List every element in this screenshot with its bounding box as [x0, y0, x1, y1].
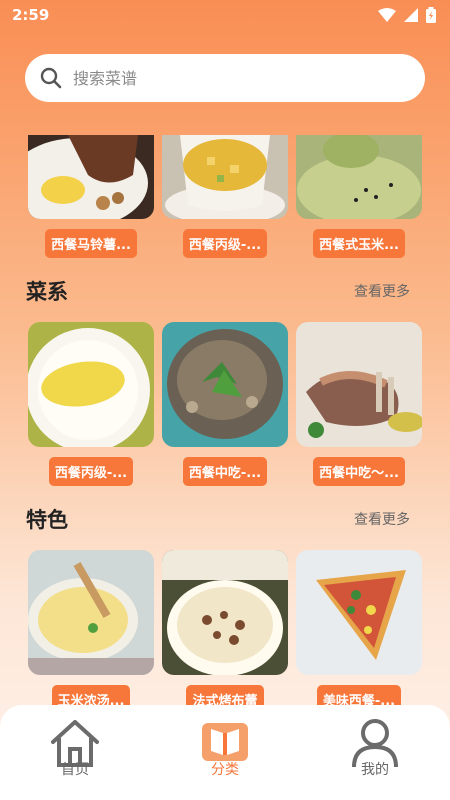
recipe-card[interactable]: 西餐丙级-...	[162, 135, 288, 258]
section-title: 菜系	[26, 280, 68, 304]
nav-label: 首页	[61, 762, 89, 778]
nav-profile[interactable]: 我的	[325, 715, 425, 779]
recipe-card[interactable]: 美味西餐-...	[296, 550, 422, 705]
recipe-card[interactable]: 玉米浓汤...	[28, 550, 154, 705]
search-bar[interactable]	[25, 54, 425, 102]
recipe-title: 西餐式玉米...	[313, 229, 405, 258]
recipe-row: 西餐丙级-... 西餐中吃-... 西餐中吃～...	[0, 322, 450, 486]
recipe-card[interactable]: 西餐中吃～...	[296, 322, 422, 486]
recipe-row: 玉米浓汤... 法式烤布蕾 美味西餐-...	[0, 550, 450, 705]
recipe-title: 法式烤布蕾	[186, 685, 264, 705]
section-header: 菜系 查看更多	[0, 276, 450, 306]
battery-icon	[426, 7, 436, 23]
recipe-title: 美味西餐-...	[316, 685, 402, 705]
recipe-list[interactable]: 西餐马铃薯... 西餐丙级-... 西餐式玉米... 菜系 查看更多 西餐丙级-…	[0, 135, 450, 705]
status-icons	[378, 7, 436, 23]
nav-category[interactable]: 分类	[175, 715, 275, 779]
recipe-image	[162, 322, 288, 447]
recipe-image	[28, 322, 154, 447]
recipe-row-top: 西餐马铃薯... 西餐丙级-... 西餐式玉米...	[0, 135, 450, 258]
recipe-title: 玉米浓汤...	[51, 685, 131, 705]
recipe-title: 西餐马铃薯...	[45, 229, 137, 258]
recipe-image	[296, 550, 422, 675]
search-icon	[40, 67, 62, 89]
recipe-image	[162, 550, 288, 675]
recipe-title: 西餐丙级-...	[48, 457, 134, 486]
recipe-image	[28, 550, 154, 675]
recipe-card[interactable]: 西餐中吃-...	[162, 322, 288, 486]
recipe-title: 西餐丙级-...	[182, 229, 268, 258]
section-header: 特色 查看更多	[0, 504, 450, 534]
recipe-image	[296, 135, 422, 219]
recipe-image	[162, 135, 288, 219]
status-time: 2:59	[12, 6, 50, 24]
view-more-link[interactable]: 查看更多	[354, 281, 410, 301]
recipe-image	[28, 135, 154, 219]
bottom-nav: 首页 分类 我的	[0, 705, 450, 800]
recipe-title: 西餐中吃-...	[182, 457, 268, 486]
nav-label: 分类	[211, 762, 239, 778]
nav-home[interactable]: 首页	[25, 715, 125, 779]
recipe-card[interactable]: 法式烤布蕾	[162, 550, 288, 705]
nav-label: 我的	[361, 762, 389, 778]
recipe-card[interactable]: 西餐马铃薯...	[28, 135, 154, 258]
recipe-card[interactable]: 西餐丙级-...	[28, 322, 154, 486]
wifi-icon	[378, 8, 396, 22]
recipe-card[interactable]: 西餐式玉米...	[296, 135, 422, 258]
recipe-title: 西餐中吃～...	[313, 457, 405, 486]
view-more-link[interactable]: 查看更多	[354, 509, 410, 529]
section-title: 特色	[26, 508, 68, 532]
recipe-image	[296, 322, 422, 447]
signal-icon	[404, 8, 418, 22]
search-input[interactable]	[73, 68, 411, 88]
status-bar: 2:59	[0, 0, 450, 30]
